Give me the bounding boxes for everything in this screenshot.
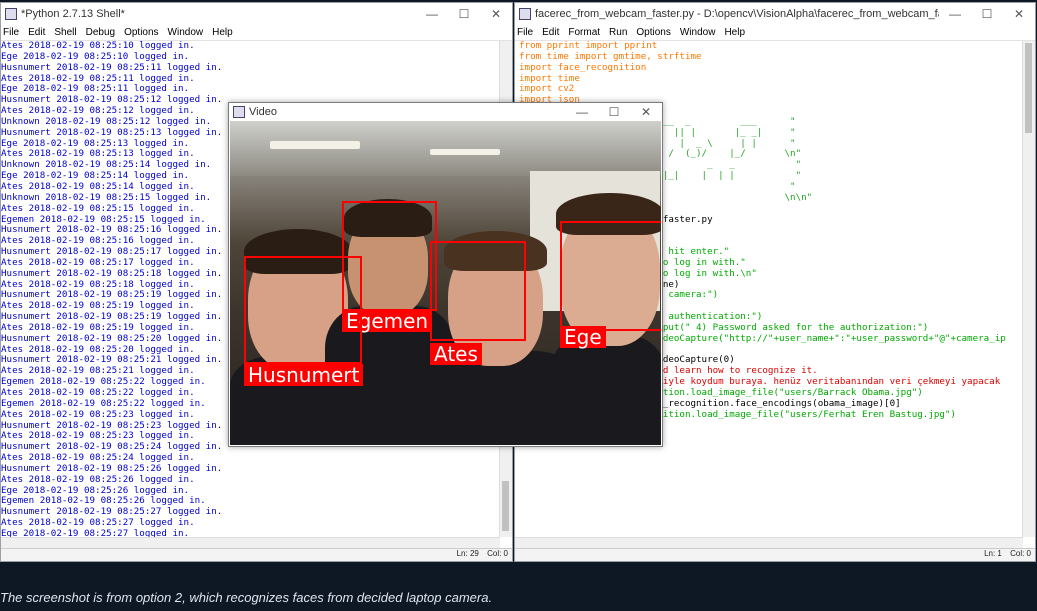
video-titlebar[interactable]: Video — ☐ ✕	[229, 103, 662, 121]
shell-statusbar: Ln: 29 Col: 0	[1, 548, 512, 561]
shell-log-line: Ege 2018-02-19 08:25:27 logged in.	[1, 527, 190, 537]
editor-menu-window[interactable]: Window	[680, 27, 716, 38]
maximize-icon[interactable]: ☐	[448, 7, 480, 21]
close-icon[interactable]: ✕	[1003, 7, 1035, 21]
video-app-icon	[233, 106, 245, 118]
maximize-icon[interactable]: ☐	[971, 7, 1003, 21]
face-box-ege	[560, 221, 661, 331]
editor-vertical-scrollbar[interactable]	[1022, 41, 1035, 537]
code-line: import time	[519, 72, 580, 84]
editor-line-number: Ln: 1	[984, 549, 1002, 558]
shell-menu-help[interactable]: Help	[212, 27, 233, 38]
editor-titlebar[interactable]: facerec_from_webcam_faster.py - D:\openc…	[515, 3, 1035, 25]
editor-menu-edit[interactable]: Edit	[542, 27, 559, 38]
shell-scroll-thumb[interactable]	[502, 481, 509, 531]
shell-menu-window[interactable]: Window	[168, 27, 204, 38]
shell-menu-debug[interactable]: Debug	[86, 27, 115, 38]
shell-log-line: Husnumert 2018-02-19 08:25:11 logged in.	[1, 61, 223, 73]
face-label-ege: Ege	[560, 326, 606, 348]
shell-titlebar[interactable]: *Python 2.7.13 Shell* — ☐ ✕	[1, 3, 512, 25]
editor-menubar: File Edit Format Run Options Window Help	[515, 25, 1035, 41]
maximize-icon[interactable]: ☐	[598, 105, 630, 119]
idle-app-icon	[519, 8, 531, 20]
face-label-ates: Ates	[430, 343, 482, 365]
minimize-icon[interactable]: —	[939, 7, 971, 21]
screenshot-caption: The screenshot is from option 2, which r…	[0, 590, 493, 605]
shell-line-number: Ln: 29	[456, 549, 479, 558]
editor-menu-help[interactable]: Help	[724, 27, 745, 38]
video-title: Video	[249, 106, 277, 118]
person-body	[550, 336, 661, 445]
editor-menu-options[interactable]: Options	[636, 27, 670, 38]
minimize-icon[interactable]: —	[416, 7, 448, 21]
editor-statusbar: Ln: 1 Col: 0	[515, 548, 1035, 561]
idle-app-icon	[5, 8, 17, 20]
close-icon[interactable]: ✕	[630, 105, 662, 119]
ceiling-light	[430, 149, 500, 155]
editor-title: facerec_from_webcam_faster.py - D:\openc…	[535, 8, 939, 20]
webcam-frame: Egemen Ates Ege Husnumert	[230, 121, 661, 445]
editor-menu-run[interactable]: Run	[609, 27, 627, 38]
video-window: Video — ☐ ✕ Egemen Ates Ege Husnumert	[228, 102, 663, 447]
editor-horizontal-scrollbar[interactable]	[515, 537, 1023, 548]
shell-menubar: File Edit Shell Debug Options Window Hel…	[1, 25, 512, 41]
minimize-icon[interactable]: —	[566, 105, 598, 119]
shell-menu-file[interactable]: File	[3, 27, 19, 38]
shell-menu-options[interactable]: Options	[124, 27, 158, 38]
ceiling-light	[270, 141, 360, 149]
shell-title: *Python 2.7.13 Shell*	[21, 8, 125, 20]
code-line: import cv2	[519, 83, 575, 95]
face-box-husnumert	[244, 256, 362, 364]
shell-horizontal-scrollbar[interactable]	[1, 537, 500, 548]
face-box-ates	[430, 241, 526, 341]
editor-menu-file[interactable]: File	[517, 27, 533, 38]
face-label-husnumert: Husnumert	[244, 364, 364, 386]
editor-scroll-thumb[interactable]	[1025, 43, 1032, 133]
code-line: import face_recognition	[519, 61, 647, 73]
shell-menu-edit[interactable]: Edit	[28, 27, 45, 38]
editor-menu-format[interactable]: Format	[568, 27, 600, 38]
close-icon[interactable]: ✕	[480, 7, 512, 21]
shell-menu-shell[interactable]: Shell	[54, 27, 76, 38]
shell-log-line: Ates 2018-02-19 08:25:26 logged in.	[1, 473, 195, 485]
shell-column-number: Col: 0	[487, 549, 508, 558]
editor-column-number: Col: 0	[1010, 549, 1031, 558]
